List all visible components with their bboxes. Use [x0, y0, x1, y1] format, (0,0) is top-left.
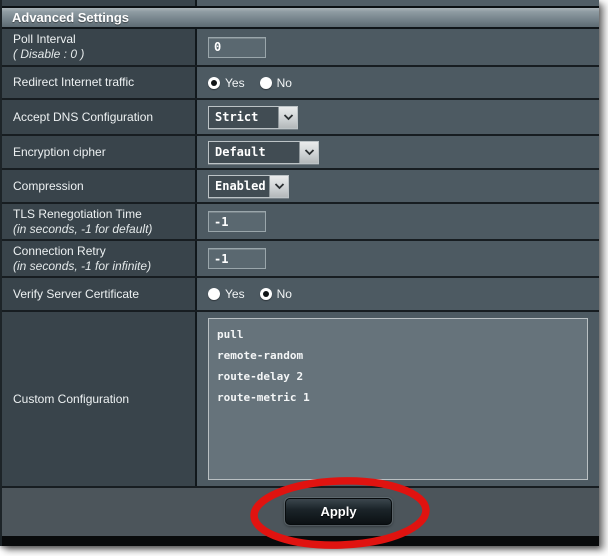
chevron-down-icon [278, 107, 297, 128]
row-connection-retry: Connection Retry (in seconds, -1 for inf… [2, 241, 599, 278]
label-hint: (in seconds, -1 for infinite) [13, 259, 187, 274]
select-value: Default [209, 142, 299, 163]
encryption-cipher-select[interactable]: Default [208, 141, 319, 164]
row-compression: Compression Enabled [2, 170, 599, 204]
tls-renegotiation-input[interactable] [208, 211, 266, 232]
label-text: Redirect Internet traffic [13, 75, 187, 90]
chevron-down-icon [269, 176, 288, 197]
previous-row-value-cell [197, 0, 599, 6]
select-value: Enabled [209, 176, 269, 197]
dns-configuration-value-cell: Strict [197, 100, 599, 134]
redirect-traffic-radio-group: Yes No [208, 76, 307, 90]
verify-no-radio[interactable] [260, 288, 272, 300]
apply-row: Apply [2, 488, 599, 536]
section-header: Advanced Settings [2, 8, 599, 29]
row-redirect-traffic: Redirect Internet traffic Yes No [2, 67, 599, 100]
label-text: Accept DNS Configuration [13, 110, 187, 125]
verify-certificate-radio-group: Yes No [208, 287, 307, 301]
dns-configuration-select[interactable]: Strict [208, 106, 298, 129]
redirect-yes-label: Yes [225, 76, 245, 90]
bottom-dark-bar [2, 536, 599, 546]
verify-certificate-value-cell: Yes No [197, 278, 599, 310]
row-encryption-cipher: Encryption cipher Default [2, 136, 599, 170]
redirect-traffic-label: Redirect Internet traffic [2, 67, 197, 98]
row-poll-interval: Poll Interval ( Disable : 0 ) [2, 29, 599, 67]
compression-value-cell: Enabled [197, 170, 599, 202]
redirect-no-label: No [277, 76, 292, 90]
dns-configuration-label: Accept DNS Configuration [2, 100, 197, 134]
select-value: Strict [209, 107, 278, 128]
custom-configuration-value-cell: pull remote-random route-delay 2 route-m… [197, 312, 599, 486]
label-text: Custom Configuration [13, 392, 187, 407]
verify-no-label: No [277, 287, 292, 301]
previous-row-sliver [2, 0, 599, 8]
label-text: TLS Renegotiation Time [13, 207, 187, 222]
redirect-yes-radio[interactable] [208, 77, 220, 89]
connection-retry-value-cell [197, 241, 599, 276]
label-text: Poll Interval [13, 32, 187, 47]
row-dns-configuration: Accept DNS Configuration Strict [2, 100, 599, 136]
row-verify-certificate: Verify Server Certificate Yes No [2, 278, 599, 312]
verify-yes-label: Yes [225, 287, 245, 301]
label-text: Encryption cipher [13, 145, 187, 160]
redirect-no-radio[interactable] [260, 77, 272, 89]
custom-configuration-label: Custom Configuration [2, 312, 197, 486]
radio-dot [211, 80, 217, 86]
row-tls-renegotiation: TLS Renegotiation Time (in seconds, -1 f… [2, 204, 599, 241]
poll-interval-label: Poll Interval ( Disable : 0 ) [2, 29, 197, 65]
previous-row-label-cell [2, 0, 197, 6]
encryption-cipher-value-cell: Default [197, 136, 599, 168]
tls-renegotiation-value-cell [197, 204, 599, 239]
compression-label: Compression [2, 170, 197, 202]
chevron-down-icon [299, 142, 318, 163]
verify-yes-radio[interactable] [208, 288, 220, 300]
label-text: Compression [13, 179, 187, 194]
label-hint: ( Disable : 0 ) [13, 47, 187, 62]
row-custom-configuration: Custom Configuration pull remote-random … [2, 312, 599, 488]
redirect-traffic-value-cell: Yes No [197, 67, 599, 98]
apply-button[interactable]: Apply [285, 498, 392, 525]
encryption-cipher-label: Encryption cipher [2, 136, 197, 168]
poll-interval-input[interactable] [208, 37, 266, 58]
connection-retry-label: Connection Retry (in seconds, -1 for inf… [2, 241, 197, 276]
advanced-settings-panel: Advanced Settings Poll Interval ( Disabl… [0, 0, 599, 546]
custom-configuration-textarea[interactable]: pull remote-random route-delay 2 route-m… [208, 318, 588, 480]
tls-renegotiation-label: TLS Renegotiation Time (in seconds, -1 f… [2, 204, 197, 239]
radio-dot [263, 291, 269, 297]
verify-certificate-label: Verify Server Certificate [2, 278, 197, 310]
label-text: Verify Server Certificate [13, 287, 187, 302]
compression-select[interactable]: Enabled [208, 175, 289, 198]
label-text: Connection Retry [13, 244, 187, 259]
poll-interval-value-cell [197, 29, 599, 65]
label-hint: (in seconds, -1 for default) [13, 222, 187, 237]
connection-retry-input[interactable] [208, 248, 266, 269]
